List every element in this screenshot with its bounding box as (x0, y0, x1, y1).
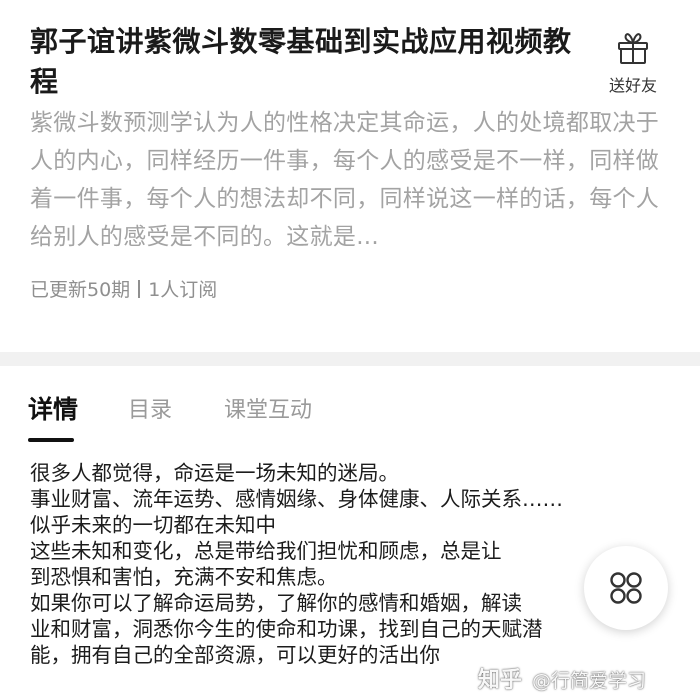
detail-line: 很多人都觉得，命运是一场未知的迷局。 (30, 461, 399, 485)
share-label: 送好友 (608, 76, 657, 95)
detail-line: 似乎未来的一切都在未知中 (30, 513, 276, 537)
course-title: 郭子谊讲紫微斗数零基础到实战应用视频教程 (30, 25, 572, 98)
detail-line: 如果你可以了解命运局势，了解你的感情和婚姻，解读 (30, 591, 522, 615)
subscriber-count: 1人订阅 (148, 279, 218, 301)
tab-bar: 详情 目录 课堂互动 (0, 366, 700, 446)
grid-icon (610, 572, 642, 604)
tab-class-interaction[interactable]: 课堂互动 (224, 392, 312, 424)
course-description: 紫微斗数预测学认为人的性格决定其命运，人的处境都取决于人的内心，同样经历一件事，… (30, 110, 660, 250)
section-divider (0, 352, 700, 366)
course-header-card: 郭子谊讲紫微斗数零基础到实战应用视频教程 送好友 紫微斗数预测学认为人的性格决定… (0, 0, 700, 352)
detail-line: 业和财富，洞悉你今生的使命和功课，找到自己的天赋潜 (30, 617, 543, 641)
active-tab-indicator (28, 438, 74, 442)
gift-icon (618, 33, 648, 64)
detail-content: 很多人都觉得，命运是一场未知的迷局。 事业财富、流年运势、感情姻缘、身体健康、人… (30, 460, 680, 668)
zhihu-watermark: 知乎 @行简爱学习 (478, 662, 646, 694)
detail-line: 这些未知和变化，总是带给我们担忧和顾虑，总是让 (30, 539, 502, 563)
tab-catalog[interactable]: 目录 (128, 392, 172, 424)
tab-details[interactable]: 详情 (28, 390, 78, 426)
floating-menu-button[interactable] (584, 546, 668, 630)
watermark-handle: @行简爱学习 (532, 670, 647, 692)
meta-divider (138, 279, 141, 298)
update-count: 已更新50期 (30, 279, 131, 301)
watermark-brand: 知乎 (478, 668, 523, 693)
course-meta: 已更新50期 1人订阅 (30, 275, 217, 302)
course-page: 郭子谊讲紫微斗数零基础到实战应用视频教程 送好友 紫微斗数预测学认为人的性格决定… (0, 0, 700, 700)
detail-line: 到恐惧和害怕，充满不安和焦虑。 (30, 565, 338, 589)
share-to-friend-button[interactable]: 送好友 (598, 30, 668, 98)
detail-line: 事业财富、流年运势、感情姻缘、身体健康、人际关系…… (30, 487, 563, 511)
